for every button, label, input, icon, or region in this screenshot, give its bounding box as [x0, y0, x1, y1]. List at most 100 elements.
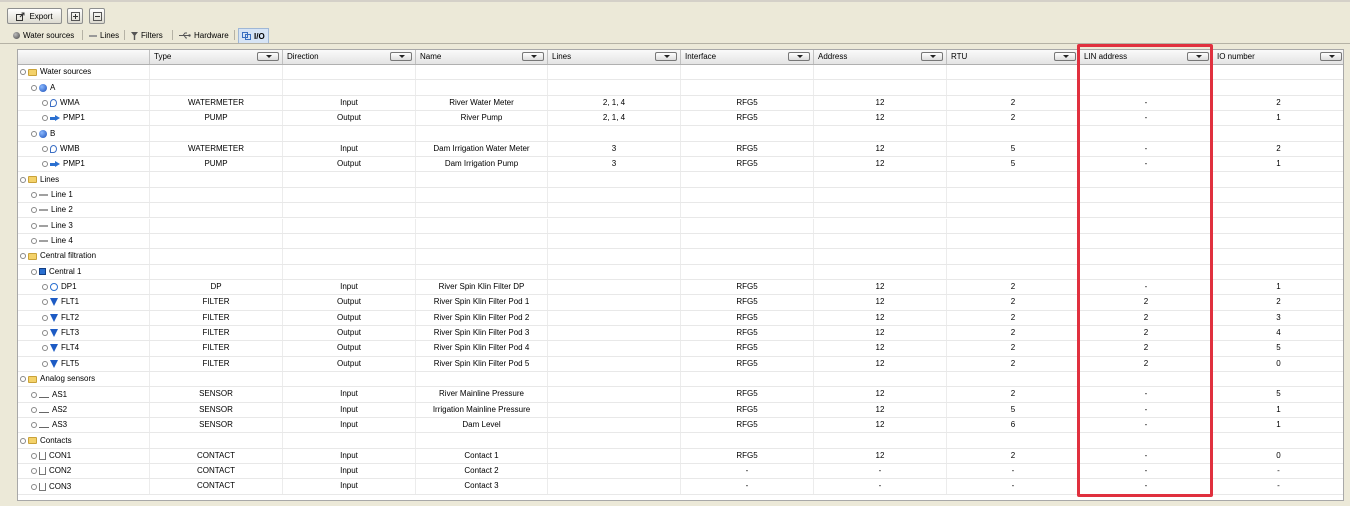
table-row[interactable]: WMA WATERMETER Input River Water Meter 2, 1,… — [18, 95, 1343, 112]
expander-icon[interactable] — [31, 391, 37, 398]
table-row[interactable]: DP1 DP Input River Spin Klin Filter DP RFG5 1… — [18, 279, 1343, 296]
tree-cell[interactable]: CON1 — [18, 448, 150, 464]
header-rtu[interactable]: RTU — [947, 50, 1080, 64]
table-row[interactable]: Line 4 — [18, 233, 1343, 250]
table-row[interactable]: AS2 SENSOR Input Irrigation Mainline Pressu… — [18, 402, 1343, 419]
table-row[interactable]: B — [18, 126, 1343, 142]
tree-cell[interactable]: FLT4 — [18, 341, 150, 356]
expand-all-button[interactable] — [67, 8, 83, 24]
table-row[interactable]: A — [18, 80, 1343, 96]
column-filter-dropdown[interactable] — [788, 52, 810, 61]
tree-cell[interactable]: AS3 — [18, 418, 150, 433]
expander-icon[interactable] — [42, 299, 48, 306]
table-row[interactable]: FLT4 FILTER Output River Spin Klin Filter P… — [18, 341, 1343, 357]
expander-icon[interactable] — [31, 422, 37, 429]
expander-icon[interactable] — [31, 130, 37, 137]
column-filter-dropdown[interactable] — [1320, 52, 1342, 61]
table-row[interactable]: Water sources — [18, 65, 1343, 81]
table-row[interactable]: CON2 CONTACT Input Contact 2----- — [18, 464, 1343, 480]
expander-icon[interactable] — [42, 360, 48, 367]
column-filter-dropdown[interactable] — [1054, 52, 1076, 61]
table-row[interactable]: FLT1 FILTER Output River Spin Klin Filter P… — [18, 295, 1343, 311]
expander-icon[interactable] — [42, 161, 48, 168]
tree-cell[interactable]: Line 2 — [18, 203, 150, 218]
expander-icon[interactable] — [20, 253, 26, 260]
expander-icon[interactable] — [42, 145, 48, 152]
column-filter-dropdown[interactable] — [522, 52, 544, 61]
tree-cell[interactable]: FLT3 — [18, 325, 150, 341]
table-row[interactable]: Central 1 — [18, 264, 1343, 280]
table-row[interactable]: CON1 CONTACT Input Contact 1 RFG5 12 2-0 — [18, 448, 1343, 465]
tree-cell[interactable]: Central 1 — [18, 264, 150, 279]
tree-cell[interactable]: PMP1 — [18, 157, 150, 172]
expander-icon[interactable] — [31, 406, 37, 413]
tree-cell[interactable]: CON3 — [18, 479, 150, 494]
expander-icon[interactable] — [20, 69, 26, 76]
table-row[interactable]: PMP1 PUMP Output River Pump 2, 1, 4 RFG5 12 2-1 — [18, 111, 1343, 127]
column-filter-dropdown[interactable] — [257, 52, 279, 61]
column-filter-dropdown[interactable] — [1187, 52, 1209, 61]
collapse-all-button[interactable] — [89, 8, 105, 24]
table-row[interactable]: FLT3 FILTER Output River Spin Klin Filter P… — [18, 325, 1343, 342]
table-row[interactable]: Central filtration — [18, 249, 1343, 265]
table-row[interactable]: WMB WATERMETER Input Dam Irrigation Water M… — [18, 141, 1343, 158]
tree-cell[interactable]: Line 4 — [18, 233, 150, 249]
tab-io[interactable]: I/O — [238, 28, 269, 43]
tree-cell[interactable]: Lines — [18, 172, 150, 187]
tree-cell[interactable]: Line 1 — [18, 187, 150, 203]
table-row[interactable]: Line 2 — [18, 203, 1343, 219]
tab-hardware[interactable]: Hardware — [176, 29, 232, 42]
expander-icon[interactable] — [20, 176, 26, 183]
expander-icon[interactable] — [42, 99, 48, 106]
expander-icon[interactable] — [31, 207, 37, 214]
expander-icon[interactable] — [31, 84, 37, 91]
expander-icon[interactable] — [42, 284, 48, 291]
tree-cell[interactable]: B — [18, 126, 150, 141]
tree-cell[interactable]: CON2 — [18, 464, 150, 479]
expander-icon[interactable] — [20, 376, 26, 383]
column-filter-dropdown[interactable] — [655, 52, 677, 61]
table-row[interactable]: AS1 SENSOR Input River Mainline Pressure RFG… — [18, 387, 1343, 403]
tree-cell[interactable]: Central filtration — [18, 249, 150, 264]
tree-cell[interactable]: A — [18, 80, 150, 95]
header-lines[interactable]: Lines — [548, 50, 681, 64]
tree-cell[interactable]: WMA — [18, 95, 150, 111]
expander-icon[interactable] — [42, 330, 48, 337]
table-row[interactable]: Lines — [18, 172, 1343, 188]
tree-cell[interactable]: AS1 — [18, 387, 150, 402]
header-name[interactable]: Name — [416, 50, 548, 64]
table-row[interactable]: Line 3 — [18, 218, 1343, 234]
tab-filters[interactable]: Filters — [128, 29, 166, 42]
table-row[interactable]: FLT5 FILTER Output River Spin Klin Filter P… — [18, 356, 1343, 372]
tab-lines[interactable]: Lines — [86, 29, 122, 42]
tree-cell[interactable]: Analog sensors — [18, 372, 150, 387]
expander-icon[interactable] — [42, 115, 48, 122]
table-row[interactable]: FLT2 FILTER Output River Spin Klin Filter P… — [18, 310, 1343, 326]
tree-cell[interactable]: WMB — [18, 141, 150, 157]
io-table[interactable]: Type Direction Name Lines Interface Addr… — [17, 49, 1344, 501]
tree-cell[interactable]: Line 3 — [18, 218, 150, 233]
header-address[interactable]: Address — [814, 50, 947, 64]
expander-icon[interactable] — [42, 314, 48, 321]
table-row[interactable]: Analog sensors — [18, 372, 1343, 388]
expander-icon[interactable] — [31, 452, 37, 459]
table-row[interactable]: CON3 CONTACT Input Contact 3----- — [18, 479, 1343, 495]
header-type[interactable]: Type — [150, 50, 283, 64]
table-row[interactable]: AS3 SENSOR Input Dam Level RFG5 12 6-1 — [18, 418, 1343, 434]
header-lin-address[interactable]: LIN address — [1080, 50, 1213, 64]
column-filter-dropdown[interactable] — [921, 52, 943, 61]
expander-icon[interactable] — [31, 222, 37, 229]
expander-icon[interactable] — [31, 468, 37, 475]
header-io-number[interactable]: IO number — [1213, 50, 1343, 64]
column-filter-dropdown[interactable] — [390, 52, 412, 61]
expander-icon[interactable] — [31, 483, 37, 490]
tree-cell[interactable]: Water sources — [18, 65, 150, 80]
tree-cell[interactable]: PMP1 — [18, 111, 150, 126]
expander-icon[interactable] — [20, 437, 26, 444]
header-direction[interactable]: Direction — [283, 50, 416, 64]
table-row[interactable]: PMP1 PUMP Output Dam Irrigation Pump 3 RFG5 12… — [18, 157, 1343, 173]
tree-cell[interactable]: AS2 — [18, 402, 150, 418]
tree-cell[interactable]: Contacts — [18, 433, 150, 448]
table-row[interactable]: Contacts — [18, 433, 1343, 449]
table-row[interactable]: Line 1 — [18, 187, 1343, 204]
